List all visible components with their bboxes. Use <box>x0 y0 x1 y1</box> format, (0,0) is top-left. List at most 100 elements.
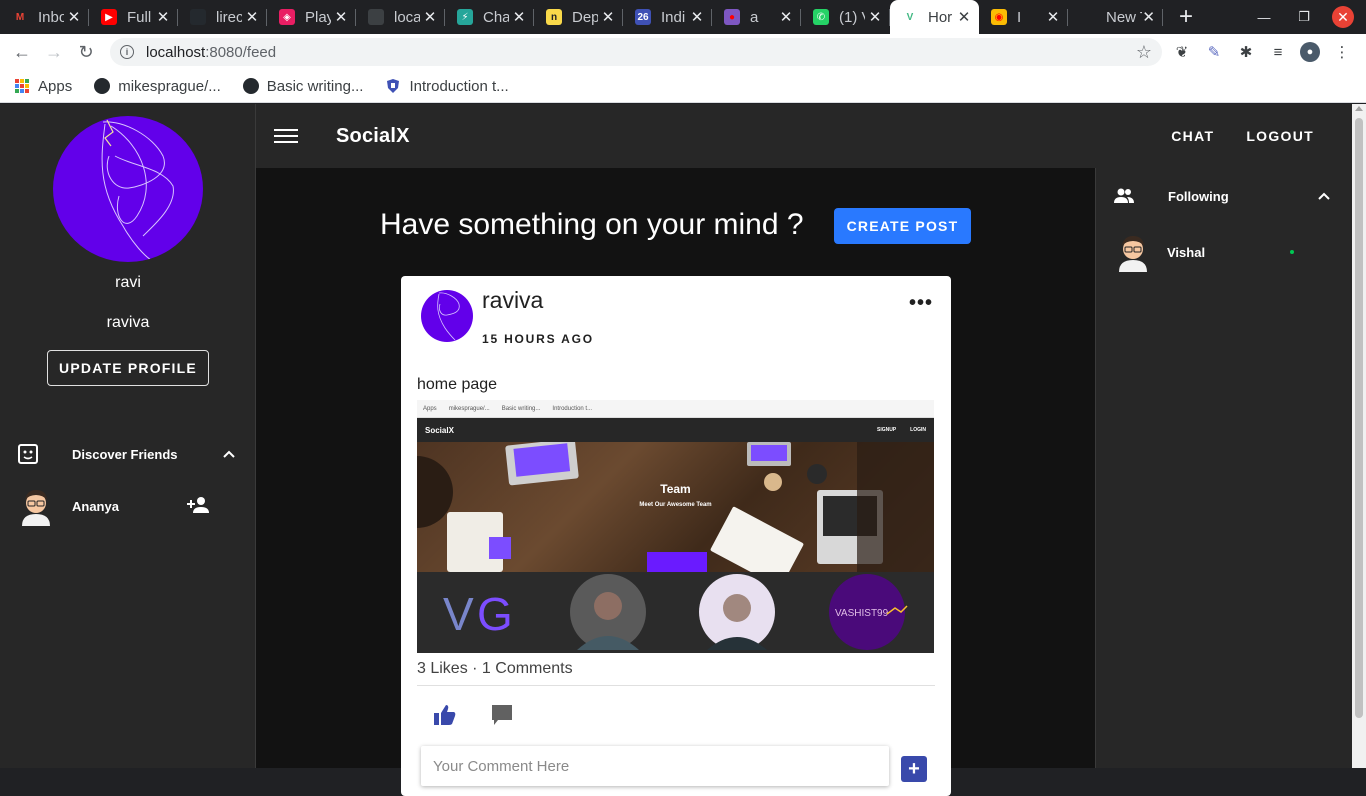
back-icon[interactable]: ← <box>6 42 38 63</box>
tab-close-icon[interactable]: ✕ <box>156 8 170 26</box>
tab-label: Play <box>305 8 331 26</box>
tab-label: I <box>1017 8 1022 26</box>
tab-close-icon[interactable]: ✕ <box>868 8 882 26</box>
bookmark-basic-writing[interactable]: Basic writing... <box>242 77 364 95</box>
scroll-up-icon[interactable] <box>1355 106 1363 111</box>
create-post-button[interactable]: CREATE POST <box>834 208 971 244</box>
browser-tab[interactable]: V Hor ✕ <box>890 0 979 34</box>
extensions-puzzle-icon[interactable]: ✱ <box>1236 42 1256 62</box>
tab-favicon-icon: V <box>902 9 918 25</box>
minimize-icon[interactable]: — <box>1244 10 1284 25</box>
update-profile-button[interactable]: UPDATE PROFILE <box>47 350 209 386</box>
tab-close-icon[interactable]: ✕ <box>423 8 437 26</box>
browser-tab[interactable]: lirec ✕ <box>178 0 267 34</box>
extension-pen-icon[interactable]: ✎ <box>1204 42 1224 62</box>
browser-tab[interactable]: ⚡ Cha ✕ <box>445 0 534 34</box>
scrollbar-thumb[interactable] <box>1355 118 1363 718</box>
add-friend-icon[interactable] <box>186 495 210 518</box>
post-author[interactable]: raviva <box>482 287 543 314</box>
tab-favicon-icon <box>190 9 206 25</box>
browser-menu-icon[interactable]: ⋮ <box>1332 42 1352 62</box>
bookmark-introduction[interactable]: Introduction t... <box>385 77 509 95</box>
profile-avatar <box>53 116 203 262</box>
browser-tab[interactable]: ▶ Full ✕ <box>89 0 178 34</box>
browser-tab[interactable]: local✕ <box>356 0 445 34</box>
browser-tab[interactable]: ✆ (1) V✕ <box>801 0 890 34</box>
browser-tab[interactable]: ◉ I ✕ <box>979 0 1068 34</box>
bookmark-mikesprague[interactable]: mikesprague/... <box>94 78 221 95</box>
tab-close-icon[interactable]: ✕ <box>957 8 971 26</box>
logout-button[interactable]: LOGOUT <box>1230 128 1330 144</box>
tab-close-icon[interactable]: ✕ <box>512 8 526 26</box>
bookmark-label: Basic writing... <box>266 77 364 95</box>
bookmark-label: mikesprague/... <box>118 77 221 95</box>
reload-icon[interactable]: ↻ <box>70 42 102 63</box>
forward-icon[interactable]: → <box>38 42 70 63</box>
bookmark-star-icon[interactable]: ☆ <box>1136 42 1152 63</box>
extension-icons: ❦ ✎ ✱ ≡ ● ⋮ <box>1172 42 1352 62</box>
window-close-icon[interactable]: ✕ <box>1332 6 1354 28</box>
following-item[interactable]: Vishal <box>1096 228 1353 276</box>
tab-close-icon[interactable]: ✕ <box>334 8 348 26</box>
post-image[interactable]: Apps mikesprague/... Basic writing... In… <box>417 400 934 653</box>
post-image-login: LOGIN <box>910 427 926 433</box>
following-avatar <box>1116 232 1150 272</box>
bookmark-apps[interactable]: Apps <box>14 78 72 95</box>
like-thumb-icon[interactable] <box>433 703 457 727</box>
tab-favicon-icon: n <box>546 9 562 25</box>
svg-text:V: V <box>443 588 474 640</box>
online-status-dot <box>1290 250 1294 254</box>
post-divider <box>417 685 935 686</box>
add-comment-button[interactable]: + <box>901 756 927 782</box>
more-options-icon[interactable]: ••• <box>909 292 933 315</box>
site-info-icon[interactable]: i <box>120 45 134 59</box>
profile-avatar-icon[interactable]: ● <box>1300 42 1320 62</box>
brand-title[interactable]: SocialX <box>336 125 410 148</box>
post-image-members: V G VASHIST99 <box>417 572 934 653</box>
restore-icon[interactable]: ❐ <box>1284 9 1324 25</box>
post-image-brand: SocialX <box>425 425 454 435</box>
chevron-up-icon[interactable] <box>1317 189 1331 204</box>
tab-close-icon[interactable]: ✕ <box>67 8 81 26</box>
browser-tab[interactable]: New Ta✕ <box>1068 0 1163 34</box>
tab-label: a <box>750 8 759 26</box>
page-scrollbar[interactable] <box>1352 104 1366 768</box>
chat-button[interactable]: CHAT <box>1155 128 1230 144</box>
discover-friend-item[interactable]: Ananya <box>0 482 256 530</box>
post-stats[interactable]: 3 Likes · 1 Comments <box>417 660 573 678</box>
post-image-signup: SIGNUP <box>876 427 897 433</box>
tab-label: lirec <box>216 8 242 26</box>
tab-favicon-icon <box>1080 9 1096 25</box>
address-bar[interactable]: i localhost:8080/feed ☆ <box>110 38 1162 66</box>
discover-friends-header[interactable]: Discover Friends <box>0 430 256 478</box>
tab-close-icon[interactable]: ✕ <box>1142 8 1155 26</box>
tab-close-icon[interactable]: ✕ <box>245 8 259 26</box>
friend-name: Ananya <box>72 498 119 514</box>
apps-grid-icon <box>14 78 30 94</box>
post-image-hero: Team Meet Our Awesome Team <box>417 442 934 572</box>
browser-tab[interactable]: ● a ✕ <box>712 0 801 34</box>
post-author-avatar <box>421 290 473 342</box>
post-prompt: Have something on your mind ? <box>380 208 804 241</box>
browser-tab[interactable]: 26 Indi ✕ <box>623 0 712 34</box>
menu-hamburger-icon[interactable] <box>274 125 298 147</box>
tab-close-icon[interactable]: ✕ <box>779 8 793 26</box>
browser-tab[interactable]: n Dep ✕ <box>534 0 623 34</box>
chevron-up-icon[interactable] <box>222 447 236 462</box>
tab-close-icon[interactable]: ✕ <box>690 8 704 26</box>
post-image-bookmarks: Apps mikesprague/... Basic writing... In… <box>417 400 934 418</box>
window-controls: — ❐ ✕ <box>1244 0 1366 34</box>
comment-bubble-icon[interactable] <box>490 703 514 727</box>
browser-tab[interactable]: ◈ Play ✕ <box>267 0 356 34</box>
new-tab-plus-icon[interactable]: + <box>1169 0 1203 34</box>
following-drawer: Following Vishal <box>1095 168 1352 768</box>
browser-tab[interactable]: M Inbox✕ <box>0 0 89 34</box>
app-nav: CHAT LOGOUT <box>1155 128 1330 144</box>
following-header[interactable]: Following <box>1096 172 1353 220</box>
comment-input[interactable] <box>421 746 889 786</box>
media-queue-icon[interactable]: ≡ <box>1268 42 1288 62</box>
tab-close-icon[interactable]: ✕ <box>601 8 615 26</box>
bookmark-label: Introduction t... <box>409 77 509 95</box>
tab-close-icon[interactable]: ✕ <box>1046 8 1060 26</box>
extension-paw-icon[interactable]: ❦ <box>1172 42 1192 62</box>
